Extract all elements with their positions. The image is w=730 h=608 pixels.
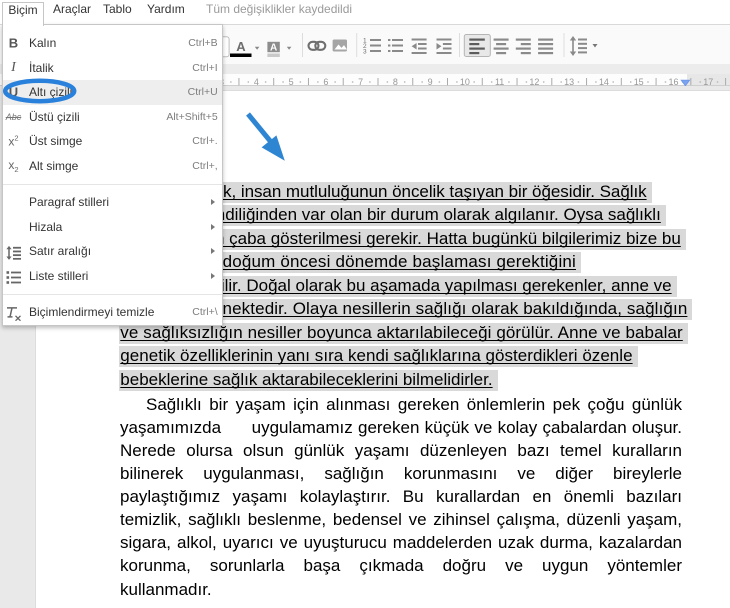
svg-text:A: A bbox=[236, 39, 246, 54]
svg-text:A: A bbox=[270, 42, 277, 53]
svg-text:3: 3 bbox=[363, 49, 367, 56]
